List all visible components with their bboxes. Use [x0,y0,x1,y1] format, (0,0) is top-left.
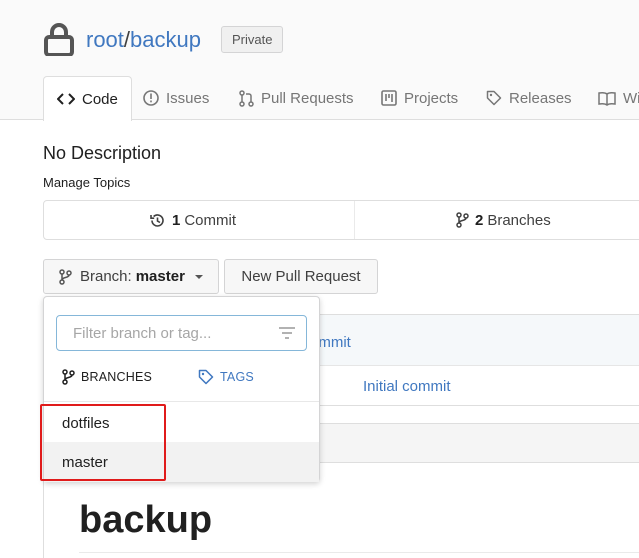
tags-tab-label: TAGS [220,370,254,384]
new-pull-request-button[interactable]: New Pull Request [224,259,378,294]
caret-down-icon [194,274,203,279]
project-icon [381,90,397,106]
branch-dropdown: BRANCHES TAGS dotfiles master [43,296,320,482]
tab-releases[interactable]: Releases [486,76,572,120]
branches-tab-label: BRANCHES [81,370,153,384]
branch-selector-button[interactable]: Branch: master [43,259,219,294]
repo-name-link[interactable]: backup [130,27,201,52]
branch-item-dotfiles[interactable]: dotfiles [44,403,319,443]
readme-title: backup [79,499,213,541]
tab-issues[interactable]: Issues [143,76,209,120]
repo-description: No Description [43,143,162,163]
tags-tab[interactable]: TAGS [198,369,254,385]
branch-item-master[interactable]: master [44,442,319,482]
code-icon [57,93,75,105]
tab-wiki[interactable]: Wi [598,76,639,120]
tag-icon [198,369,214,385]
tab-issues-label: Issues [166,89,210,107]
stats-divider [354,201,355,239]
filter-field [56,315,307,351]
branches-count: 2 [475,211,484,229]
tab-pull-requests-label: Pull Requests [261,89,354,107]
commits-label: Commit [184,211,237,229]
commits-count: 1 [172,211,181,229]
pull-request-icon [239,89,254,107]
commits-stat[interactable]: 1 Commit [149,201,236,239]
history-icon [150,213,164,227]
issue-icon [143,90,159,106]
tab-projects-label: Projects [404,89,459,107]
lock-icon [44,23,74,56]
book-icon [598,91,616,106]
filter-branch-input[interactable] [58,317,268,349]
visibility-badge: Private [221,26,284,53]
dropdown-divider [44,401,319,402]
tab-pull-requests[interactable]: Pull Requests [239,76,354,120]
branches-stat[interactable]: 2 Branches [456,201,551,239]
filter-icon [279,327,295,339]
tab-code-label: Code [82,90,118,108]
branch-icon [62,369,75,385]
readme-divider [79,552,639,553]
tab-projects[interactable]: Projects [381,76,458,120]
repo-owner-link[interactable]: root [86,27,124,52]
tab-wiki-label: Wi [623,89,639,107]
repo-title: root/backup [86,27,201,53]
current-branch-name: master [135,268,185,285]
tag-icon [486,90,502,106]
tab-code[interactable]: Code [43,76,132,121]
manage-topics-link[interactable]: Manage Topics [43,175,130,190]
repo-stats-bar: 1 Commit 2 Branches [43,200,639,240]
branch-button-prefix: Branch: [80,268,132,285]
file-commit-link[interactable]: Initial commit [363,378,451,395]
repo-header: root/backup Private Code Issues Pull Req… [0,0,639,121]
branches-tab[interactable]: BRANCHES [62,369,152,385]
branch-icon [59,268,72,285]
branches-label: Branches [487,211,551,229]
tab-releases-label: Releases [509,89,572,107]
branch-icon [456,212,469,228]
